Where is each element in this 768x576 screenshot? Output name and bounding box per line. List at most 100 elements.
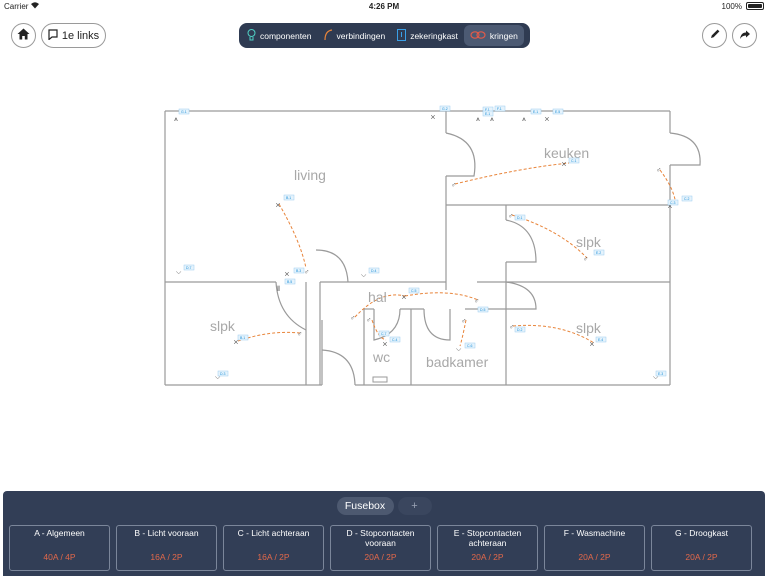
component-symbol: ♂ <box>350 315 355 322</box>
component-tag: E.3 <box>658 372 663 376</box>
share-button[interactable] <box>732 23 757 48</box>
component-symbol: ⩚ <box>476 116 480 123</box>
tab-label: componenten <box>260 30 312 41</box>
component-symbol: ⌵ <box>176 269 182 276</box>
component-tag: B.1 <box>286 196 291 200</box>
tab-verbindingen[interactable]: verbindingen <box>318 25 392 46</box>
component-tag: G.1 <box>181 110 187 114</box>
component-tag: C.1 <box>571 159 577 163</box>
component-tag: E.4 <box>598 338 603 342</box>
component-symbol: ♂ <box>451 182 456 189</box>
pencil-icon <box>709 27 721 45</box>
room-label: living <box>294 167 326 183</box>
component-symbol: ⨯ <box>284 271 290 278</box>
tab-componenten[interactable]: componenten <box>241 25 318 46</box>
toilet-symbol <box>372 376 388 383</box>
circuit-card[interactable]: A - Algemeen 40A / 4P <box>9 525 110 571</box>
component-tag: D.4 <box>371 269 377 273</box>
circuit-spec: 16A / 2P <box>150 552 183 562</box>
room-label: keuken <box>544 145 589 161</box>
component-symbol: ⩚ <box>490 116 494 123</box>
circuit-connections <box>237 162 677 347</box>
circuit-spec: 20A / 2P <box>685 552 718 562</box>
component-tag: E.5 <box>555 110 560 114</box>
component-symbol: ⨯ <box>401 294 407 301</box>
component-symbol: ♂ <box>583 256 588 263</box>
mode-segmented-control: componenten verbindingen zekeringkast kr… <box>239 23 530 48</box>
component-tag: D.1 <box>517 216 523 220</box>
fusebox-tab[interactable]: Fusebox <box>336 497 394 515</box>
component-symbol: ⌵ <box>361 272 367 279</box>
home-icon <box>17 27 30 45</box>
room-label: slpk <box>576 320 602 336</box>
component-symbol: ⨯ <box>430 114 436 121</box>
component-tag: B.1 <box>240 336 245 340</box>
tab-label: kringen <box>489 30 518 41</box>
tab-label: zekeringkast <box>410 30 458 41</box>
circuit-spec: 20A / 2P <box>578 552 611 562</box>
circuit-list: A - Algemeen 40A / 4P B - Licht vooraan … <box>9 525 759 571</box>
room-label: wc <box>372 349 390 365</box>
circuit-name: B - Licht vooraan <box>134 528 199 538</box>
component-symbol: ⩚ <box>522 116 526 123</box>
clock: 4:26 PM <box>368 2 400 11</box>
circuit-name: F - Wasmachine <box>563 528 626 538</box>
circuit-name: D - Stopcontacten vooraan <box>346 528 415 548</box>
component-symbol: ♂ <box>508 213 513 220</box>
circuit-card[interactable]: E - Stopcontacten achteraan 20A / 2P <box>437 525 538 571</box>
component-tag: E.1 <box>533 110 538 114</box>
circuit-spec: 20A / 2P <box>471 552 504 562</box>
tab-kringen[interactable]: kringen <box>463 25 524 46</box>
component-tag: C.2 <box>684 197 690 201</box>
circuit-card[interactable]: B - Licht vooraan 16A / 2P <box>116 525 217 571</box>
component-symbol: ⨯ <box>382 341 388 348</box>
floor-icon <box>48 28 58 43</box>
room-label: badkamer <box>426 354 489 370</box>
component-symbol: ⨯ <box>275 202 281 209</box>
component-symbol: ⨯ <box>561 161 567 168</box>
component-symbol: ♂ <box>304 269 309 276</box>
fusebox-panel: Fusebox + A - Algemeen 40A / 4P B - Lich… <box>3 491 765 576</box>
add-fusebox-button[interactable]: + <box>397 497 432 515</box>
fusebox-tab-row: Fusebox + <box>3 497 765 515</box>
circuit-name: C - Licht achteraan <box>237 528 310 538</box>
component-tag: E.2 <box>596 251 601 255</box>
component-tag: B.5 <box>287 280 292 284</box>
floor-selector-button[interactable]: 1e links <box>41 23 106 48</box>
circuit-spec: 40A / 4P <box>43 552 76 562</box>
component-symbol: ♂ <box>297 331 302 338</box>
circuit-card[interactable]: G - Droogkast 20A / 2P <box>651 525 752 571</box>
component-tag: D.7 <box>186 266 192 270</box>
circuit-spec: 20A / 2P <box>364 552 397 562</box>
edit-button[interactable] <box>702 23 727 48</box>
floor-plan[interactable]: ⩚ ⨯ ⩚ ⩚ ⩚ ⨯ ♂ ⨯ ♂ ⨯ ⨯ ⌵ ⨯ ♂ ⌵ ⫴ ♂ ♂ ⨯ ♂ … <box>0 56 768 486</box>
component-symbol: ♂ <box>656 167 661 174</box>
component-symbol: ♂ <box>474 298 479 305</box>
tab-zekeringkast[interactable]: zekeringkast <box>391 25 464 46</box>
component-symbol: ♂ <box>509 324 514 331</box>
circuit-card[interactable]: C - Licht achteraan 16A / 2P <box>223 525 324 571</box>
status-bar: Carrier 4:26 PM 100% <box>0 0 768 14</box>
component-symbol: ♂ <box>366 317 371 324</box>
component-tag: C.7 <box>381 332 387 336</box>
circuit-spec: 16A / 2P <box>257 552 290 562</box>
component-tag: C.6 <box>467 344 473 348</box>
circuit-card[interactable]: F - Wasmachine 20A / 2P <box>544 525 645 571</box>
floor-label: 1e links <box>61 29 100 42</box>
walls <box>164 110 701 386</box>
component-symbol: ⨯ <box>544 116 550 123</box>
circuit-icon <box>470 30 486 42</box>
fusebox-icon <box>397 28 407 43</box>
component-symbol: ♂ <box>461 318 466 325</box>
component-tag: D.2 <box>517 328 523 332</box>
home-button[interactable] <box>11 23 36 48</box>
component-tag: G.2 <box>442 107 448 111</box>
circuit-card[interactable]: D - Stopcontacten vooraan 20A / 2P <box>330 525 431 571</box>
component-tag: C.3 <box>670 201 676 205</box>
battery-icon <box>746 2 764 10</box>
component-symbol: ⩚ <box>174 116 178 123</box>
circuit-name: A - Algemeen <box>34 528 85 538</box>
circuit-name: G - Droogkast <box>675 528 728 538</box>
room-label: slpk <box>576 234 602 250</box>
component-tag: F.1 <box>497 107 502 111</box>
